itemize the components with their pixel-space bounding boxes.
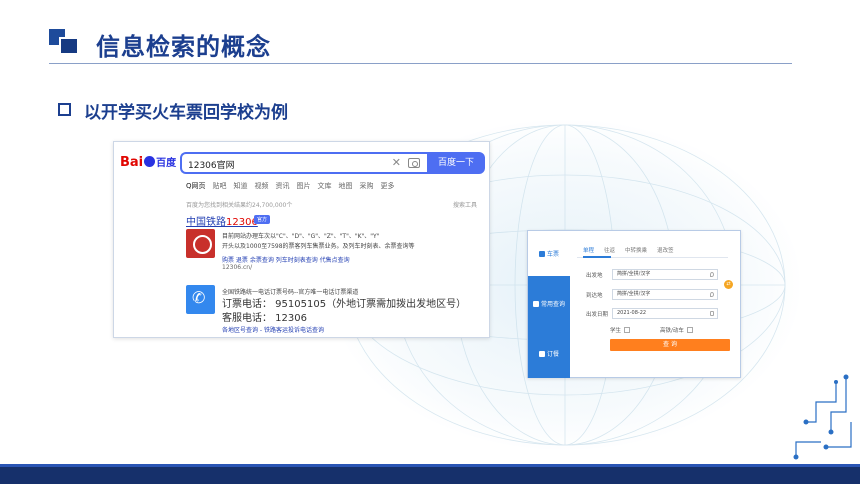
tab-images[interactable]: 图片 bbox=[297, 181, 311, 191]
from-label: 出发地 bbox=[586, 273, 603, 279]
to-label: 到达地 bbox=[586, 293, 603, 299]
to-station-input[interactable]: 简拼/全拼/汉字 bbox=[612, 289, 718, 300]
meal-icon bbox=[538, 350, 545, 357]
tab-map[interactable]: 地图 bbox=[339, 181, 353, 191]
result-sitelinks[interactable]: 购票 退票 余票查询 列车时刻表查询 代售点查询 bbox=[222, 255, 350, 264]
result-desc-line: 开头以及1000至7598的票客列车售票业务。及列车时刻表、余票查询等 bbox=[222, 243, 415, 250]
phone-icon bbox=[186, 285, 215, 314]
tab-refund-change[interactable]: 退改签 bbox=[657, 246, 674, 254]
tab-zhidao[interactable]: 知道 bbox=[234, 181, 248, 191]
phone-result-links[interactable]: 各地区号查询 - 铁路客运投诉电话查询 bbox=[222, 325, 324, 334]
search-button[interactable]: 百度一下 bbox=[427, 152, 485, 174]
result-url[interactable]: 12306.cn/ bbox=[222, 264, 252, 271]
student-checkbox[interactable]: 学生 bbox=[610, 326, 631, 334]
tab-transfer[interactable]: 中转换乘 bbox=[625, 246, 647, 254]
title-divider bbox=[49, 63, 792, 64]
booking-phone: 订票电话： 95105105（外地订票需加拨出发地区号） bbox=[222, 299, 467, 310]
camera-icon[interactable] bbox=[408, 158, 420, 168]
page-title: 信息检索的概念 bbox=[96, 33, 271, 61]
query-button[interactable]: 查 询 bbox=[610, 339, 730, 351]
active-tab-underline bbox=[583, 256, 611, 258]
tab-wenku[interactable]: 文库 bbox=[318, 181, 332, 191]
tab-one-way[interactable]: 单程 bbox=[583, 246, 594, 254]
close-icon[interactable]: ✕ bbox=[392, 156, 401, 169]
search-input[interactable]: 12306官网 ✕ bbox=[180, 152, 427, 174]
tab-tieba[interactable]: 贴吧 bbox=[213, 181, 227, 191]
sidebar-item-tickets[interactable]: 车票 bbox=[528, 231, 570, 276]
service-phone: 客服电话： 12306 bbox=[222, 313, 307, 324]
bottom-bar bbox=[0, 464, 860, 484]
search-tabs: Q网页 贴吧 知道 视频 资讯 图片 文库 地图 采购 更多 bbox=[186, 181, 395, 191]
result-count: 百度为您找到相关结果约24,700,000个 bbox=[186, 202, 293, 209]
sidebar-item-meal[interactable]: 订餐 bbox=[528, 331, 570, 376]
ticket-search-panel: 车票 常用查询 订餐 单程 往返 中转换乘 退改签 出发地 简拼/全拼/汉字 ⇄… bbox=[527, 230, 741, 378]
location-pin-icon bbox=[710, 292, 714, 297]
query-icon bbox=[532, 300, 539, 307]
train-icon bbox=[538, 250, 545, 257]
departure-date-input[interactable]: 2021-08-22 bbox=[612, 308, 718, 319]
date-label: 出发日期 bbox=[586, 312, 609, 318]
search-tools-link[interactable]: 搜索工具 bbox=[453, 200, 477, 209]
checkbox-box[interactable] bbox=[686, 327, 693, 333]
tab-video[interactable]: 视频 bbox=[255, 181, 269, 191]
tab-purchase[interactable]: 采购 bbox=[360, 181, 374, 191]
official-badge: 官方 bbox=[254, 215, 271, 224]
baidu-search-panel: Bai 百度 12306官网 ✕ 百度一下 Q网页 贴吧 知道 视频 资讯 图片 … bbox=[113, 141, 490, 338]
ticket-sidebar: 车票 常用查询 订餐 bbox=[528, 231, 570, 378]
baidu-logo[interactable]: Bai 百度 bbox=[120, 154, 176, 170]
checkbox-box[interactable] bbox=[624, 327, 631, 333]
sidebar-item-common-query[interactable]: 常用查询 bbox=[528, 281, 570, 326]
trip-type-tabs: 单程 往返 中转换乘 退改签 bbox=[583, 246, 674, 254]
title-marker-icon bbox=[49, 29, 79, 55]
search-query: 12306官网 bbox=[188, 161, 235, 171]
subtitle: 以开学买火车票回学校为例 bbox=[84, 103, 288, 123]
tab-round-trip[interactable]: 往返 bbox=[604, 246, 615, 254]
from-station-input[interactable]: 简拼/全拼/汉字 bbox=[612, 269, 718, 280]
result-title-link[interactable]: 中国铁路12306 bbox=[186, 213, 258, 228]
tab-web[interactable]: Q网页 bbox=[186, 181, 206, 191]
tab-more[interactable]: 更多 bbox=[381, 181, 395, 191]
bullet-square-icon bbox=[58, 103, 71, 116]
location-pin-icon bbox=[710, 272, 714, 277]
tab-news[interactable]: 资讯 bbox=[276, 181, 290, 191]
circuit-decoration bbox=[793, 374, 852, 460]
result-desc-line: 目前网站办理车次以"C"、"D"、"G"、"Z"、"T"、"K"、"Y" bbox=[222, 233, 380, 240]
swap-stations-button[interactable]: ⇄ bbox=[724, 280, 733, 289]
calendar-icon bbox=[710, 311, 714, 316]
baidu-paw-icon bbox=[144, 156, 156, 167]
high-speed-checkbox[interactable]: 高铁/动车 bbox=[660, 326, 693, 334]
railway-logo-icon[interactable] bbox=[186, 229, 215, 258]
